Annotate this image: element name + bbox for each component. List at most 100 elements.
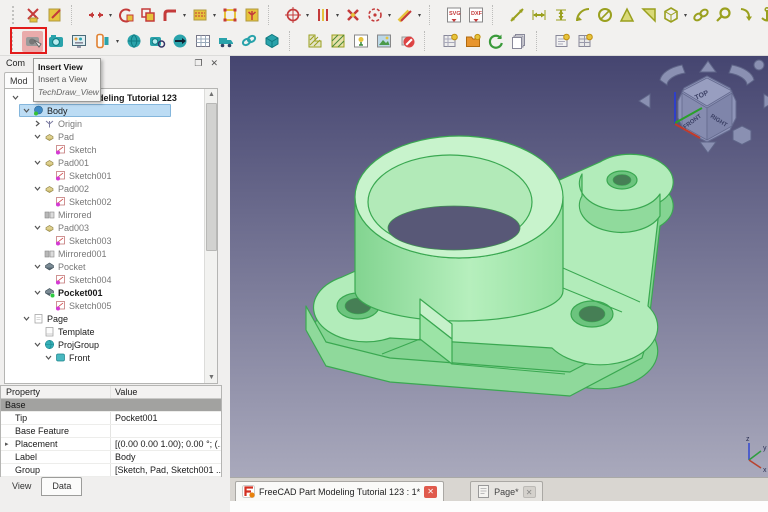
tree-scrollbar[interactable]: ▲ ▼ [204, 89, 217, 383]
hatch-region-icon[interactable] [304, 31, 325, 52]
print-all-pages-icon[interactable] [508, 31, 529, 52]
position-section-view-icon[interactable] [115, 5, 136, 26]
property-row-placement[interactable]: ▸Placement[(0.00 0.00 1.00); 0.00 °; (..… [1, 438, 221, 451]
property-row-group[interactable]: Group[Sketch, Pad, Sketch001 ...] [1, 464, 221, 477]
expand-icon[interactable]: ▸ [5, 438, 9, 450]
chevron-down-icon[interactable] [33, 263, 41, 270]
3d-viewport[interactable]: TOP FRONT RIGHT z y x [230, 56, 768, 477]
chevron-down-icon[interactable] [11, 94, 19, 101]
dimension-angle3pt-icon[interactable] [638, 5, 659, 26]
close-tab-icon[interactable]: ✕ [523, 486, 536, 498]
active-view-icon[interactable] [45, 31, 66, 52]
dropdown-arrow-icon[interactable]: ▾ [682, 12, 689, 19]
copy-annotation-icon[interactable] [137, 5, 158, 26]
export-dxf-icon[interactable]: DXF [465, 5, 486, 26]
tree-item-sketch[interactable]: Sketch [5, 143, 217, 156]
active-window-view-icon[interactable] [68, 31, 89, 52]
tree-item-template[interactable]: Template [5, 325, 217, 338]
detail-view-icon[interactable] [146, 31, 167, 52]
landmark-dimension-icon[interactable] [756, 5, 768, 26]
chevron-down-icon[interactable] [22, 315, 30, 322]
frame-corners-icon[interactable] [219, 5, 240, 26]
chevron-down-icon[interactable] [44, 354, 52, 361]
dropdown-arrow-icon[interactable]: ▾ [304, 12, 311, 19]
edit-annotation-icon[interactable] [44, 5, 65, 26]
dropdown-arrow-icon[interactable]: ▾ [181, 12, 188, 19]
horizontal-chain-dim-icon[interactable] [85, 5, 106, 26]
tree-item-pad003[interactable]: Pad003 [5, 221, 217, 234]
tree-item-projgroup[interactable]: ProjGroup [5, 338, 217, 351]
insert-default-page-icon[interactable] [551, 31, 572, 52]
chevron-down-icon[interactable] [22, 107, 30, 114]
dimension-horizontal-icon[interactable] [528, 5, 549, 26]
parallel-lines-icon[interactable] [312, 5, 333, 26]
projection-group-icon[interactable] [123, 31, 144, 52]
close-panel-icon[interactable]: ✕ [210, 58, 218, 68]
remove-item-icon[interactable] [342, 5, 363, 26]
tree-annotation-icon[interactable] [241, 5, 262, 26]
section-arrow-view-icon[interactable] [169, 31, 190, 52]
property-value[interactable]: Pocket001 [111, 412, 221, 424]
balloon-icon[interactable] [712, 5, 733, 26]
chevron-down-icon[interactable] [33, 289, 41, 296]
link-dimension-icon[interactable] [690, 5, 711, 26]
leader-line-icon[interactable] [734, 5, 755, 26]
insert-view-icon[interactable] [22, 31, 43, 52]
scroll-down-icon[interactable]: ▼ [207, 374, 216, 381]
close-tab-icon[interactable]: ✕ [424, 486, 437, 498]
tree-item-sketch001[interactable]: Sketch001 [5, 169, 217, 182]
tree-item-pad002[interactable]: Pad002 [5, 182, 217, 195]
dimension-radius-icon[interactable] [572, 5, 593, 26]
tree-item-mirrored001[interactable]: Mirrored001 [5, 247, 217, 260]
redraw-page-icon[interactable] [485, 31, 506, 52]
tree-item-sketch004[interactable]: Sketch004 [5, 273, 217, 286]
document-tab-model[interactable]: FreeCAD Part Modeling Tutorial 123 : 1*✕ [235, 481, 444, 501]
export-svg-icon[interactable]: SVG [443, 5, 464, 26]
tree-item-mirrored[interactable]: Mirrored [5, 208, 217, 221]
property-row-base-feature[interactable]: Base Feature [1, 425, 221, 438]
toolbar-grip[interactable] [11, 32, 17, 50]
cut-extension-icon[interactable] [22, 5, 43, 26]
section-view-icon[interactable] [91, 31, 112, 52]
spreadsheet-view-icon[interactable] [192, 31, 213, 52]
property-value[interactable] [111, 425, 221, 437]
chevron-down-icon[interactable] [33, 185, 41, 192]
new-page-from-template-icon[interactable] [462, 31, 483, 52]
tab-data[interactable]: Data [41, 477, 82, 496]
shape-view-icon[interactable] [261, 31, 282, 52]
tree-item-pocket001[interactable]: Pocket001 [5, 286, 217, 299]
tree-item-pad[interactable]: Pad [5, 130, 217, 143]
property-group-base[interactable]: Base [1, 399, 221, 412]
dropdown-arrow-icon[interactable]: ▾ [386, 12, 393, 19]
property-value[interactable]: [(0.00 0.00 1.00); 0.00 °; (... [111, 438, 221, 450]
cascade-spacing-icon[interactable] [159, 5, 180, 26]
chevron-down-icon[interactable] [33, 341, 41, 348]
arch-view-icon[interactable] [238, 31, 259, 52]
chevron-down-icon[interactable] [33, 133, 41, 140]
float-panel-icon[interactable]: ❐ [194, 58, 202, 68]
dimension-angle-icon[interactable] [616, 5, 637, 26]
scroll-up-icon[interactable]: ▲ [207, 91, 216, 98]
dimension-extent-icon[interactable] [660, 5, 681, 26]
dimension-diameter-icon[interactable] [594, 5, 615, 26]
property-value[interactable]: Body [111, 451, 221, 463]
dropdown-arrow-icon[interactable]: ▾ [114, 38, 121, 45]
geometric-hatch-icon[interactable] [327, 31, 348, 52]
dropdown-arrow-icon[interactable]: ▾ [334, 12, 341, 19]
dropdown-arrow-icon[interactable]: ▾ [416, 12, 423, 19]
insert-page-template-icon[interactable] [574, 31, 595, 52]
tree-item-pocket[interactable]: Pocket [5, 260, 217, 273]
toolbar-grip[interactable] [12, 6, 18, 24]
tree-item-body[interactable]: Body [5, 104, 217, 117]
draft-view-icon[interactable] [215, 31, 236, 52]
chevron-down-icon[interactable] [33, 224, 41, 231]
scrollbar-thumb[interactable] [206, 103, 217, 251]
tab-model[interactable]: Mod [4, 72, 34, 89]
hole-circle-icon[interactable] [364, 5, 385, 26]
document-tab-page[interactable]: Page*✕ [470, 481, 543, 501]
new-default-page-icon[interactable] [439, 31, 460, 52]
property-value[interactable]: [Sketch, Pad, Sketch001 ...] [111, 464, 221, 476]
cosmetic-line-icon[interactable] [394, 5, 415, 26]
chevron-down-icon[interactable] [33, 159, 41, 166]
tree-item-page[interactable]: Page [5, 312, 217, 325]
